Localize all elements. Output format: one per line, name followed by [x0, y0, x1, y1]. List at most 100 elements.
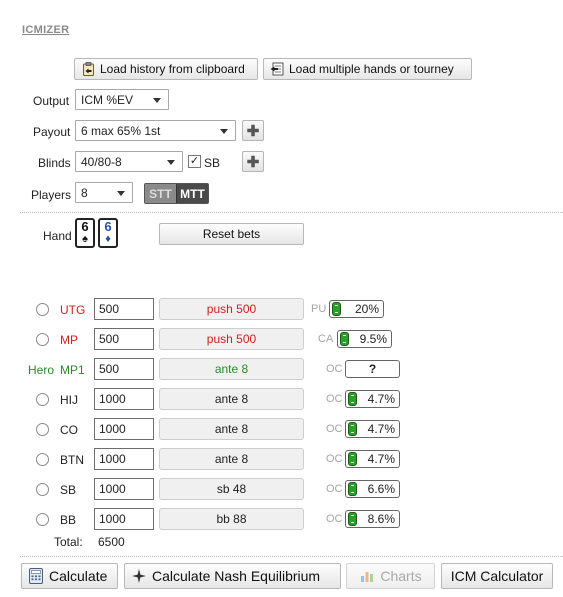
hero-radio[interactable]: [36, 423, 49, 436]
load-multiple-button[interactable]: Load multiple hands or tourney: [263, 58, 472, 80]
reset-bets-label: Reset bets: [202, 227, 261, 241]
charts-label: Charts: [380, 568, 422, 584]
icm-calculator-button[interactable]: ICM Calculator: [441, 563, 553, 589]
stack-input[interactable]: 500: [94, 328, 154, 350]
range-value: 9.5%: [359, 332, 387, 346]
stack-input[interactable]: 1000: [94, 418, 154, 440]
action-button[interactable]: ante 8: [159, 358, 304, 380]
plus-icon: ✚: [246, 153, 260, 171]
add-payout-button[interactable]: ✚: [242, 120, 264, 141]
hero-label: Hero: [28, 363, 55, 377]
app-logo[interactable]: ICMIZER: [22, 24, 69, 36]
position-label: BTN: [60, 453, 84, 467]
stack-input[interactable]: 1000: [94, 508, 154, 530]
hero-radio[interactable]: [36, 453, 49, 466]
calculate-nash-label: Calculate Nash Equilibrium: [152, 568, 321, 584]
stt-mtt-toggle[interactable]: STT MTT: [144, 183, 209, 204]
range-type-label: CA: [318, 333, 334, 345]
range-button[interactable]: 8.6%: [345, 510, 400, 528]
charts-button[interactable]: Charts: [346, 563, 435, 589]
action-button[interactable]: push 500: [159, 328, 304, 350]
range-value: ?: [368, 362, 377, 376]
calculate-button[interactable]: Calculate: [21, 563, 118, 589]
icm-calculator-label: ICM Calculator: [450, 568, 544, 584]
range-gauge-icon: [348, 452, 357, 466]
checkmark-icon: ✓: [189, 155, 200, 167]
stack-input[interactable]: 500: [94, 298, 154, 320]
players-select[interactable]: 8: [75, 182, 133, 203]
hand-label: Hand: [43, 229, 72, 243]
range-button[interactable]: 20%: [329, 300, 384, 318]
output-label: Output: [33, 94, 70, 108]
add-blinds-button[interactable]: ✚: [242, 151, 264, 172]
range-gauge-icon: [348, 512, 357, 526]
hero-radio[interactable]: [36, 333, 49, 346]
stack-input[interactable]: 1000: [94, 448, 154, 470]
range-type-label: OC: [326, 423, 343, 435]
reset-bets-button[interactable]: Reset bets: [159, 223, 304, 245]
stack-input[interactable]: 500: [94, 358, 154, 380]
range-button[interactable]: 4.7%: [345, 390, 400, 408]
hero-radio[interactable]: [36, 513, 49, 526]
range-type-label: PU: [311, 303, 327, 315]
position-label: MP: [60, 333, 78, 347]
bar-chart-icon: [359, 568, 375, 584]
action-button[interactable]: ante 8: [159, 448, 304, 470]
output-select[interactable]: ICM %EV: [75, 89, 169, 110]
divider: [20, 212, 563, 213]
players-label: Players: [31, 188, 72, 202]
stt-option[interactable]: STT: [145, 184, 177, 203]
payout-select[interactable]: 6 max 65% 1st: [75, 120, 236, 141]
position-label: CO: [60, 423, 78, 437]
range-button[interactable]: 9.5%: [337, 330, 392, 348]
blinds-label: Blinds: [38, 156, 71, 170]
range-button[interactable]: 4.7%: [345, 420, 400, 438]
calculate-nash-button[interactable]: Calculate Nash Equilibrium: [124, 563, 341, 589]
range-gauge-icon: [348, 392, 357, 406]
spade-icon: ♠: [82, 233, 88, 245]
hand-card-2[interactable]: 6 ♦: [98, 218, 118, 248]
range-value: 4.7%: [367, 422, 395, 436]
clipboard-icon: [81, 62, 95, 76]
chevron-down-icon: [220, 129, 228, 134]
nash-star-icon: [131, 568, 147, 584]
load-multiple-icon: [270, 62, 284, 76]
hero-radio[interactable]: [36, 393, 49, 406]
hand-card-1[interactable]: 6 ♠: [75, 218, 95, 248]
hero-radio[interactable]: [36, 303, 49, 316]
diamond-icon: ♦: [105, 233, 111, 245]
chevron-down-icon: [167, 160, 175, 165]
players-value: 8: [81, 185, 88, 200]
plus-icon: ✚: [246, 122, 260, 140]
range-type-label: OC: [326, 363, 343, 375]
position-label: BB: [60, 513, 77, 527]
blinds-value: 40/80-8: [81, 154, 122, 169]
load-history-button[interactable]: Load history from clipboard: [74, 58, 258, 80]
position-label: MP1: [60, 363, 85, 377]
action-button[interactable]: bb 88: [159, 508, 304, 530]
output-value: ICM %EV: [81, 92, 134, 107]
range-type-label: OC: [326, 513, 343, 525]
card-rank: 6: [81, 219, 89, 234]
range-type-label: OC: [326, 483, 343, 495]
sb-checkbox[interactable]: ✓: [188, 155, 201, 168]
range-gauge-icon: [340, 332, 349, 346]
action-button[interactable]: push 500: [159, 298, 304, 320]
range-type-label: OC: [326, 453, 343, 465]
action-button[interactable]: ante 8: [159, 418, 304, 440]
range-value: 4.7%: [367, 452, 395, 466]
blinds-select[interactable]: 40/80-8: [75, 151, 183, 172]
action-button[interactable]: sb 48: [159, 478, 304, 500]
mtt-option[interactable]: MTT: [177, 184, 208, 203]
position-label: HIJ: [60, 393, 78, 407]
divider: [20, 556, 563, 557]
action-button[interactable]: ante 8: [159, 388, 304, 410]
range-button[interactable]: 4.7%: [345, 450, 400, 468]
range-button[interactable]: 6.6%: [345, 480, 400, 498]
range-value: 8.6%: [367, 512, 395, 526]
hero-radio[interactable]: [36, 483, 49, 496]
stack-input[interactable]: 1000: [94, 388, 154, 410]
stack-input[interactable]: 1000: [94, 478, 154, 500]
chevron-down-icon: [117, 191, 125, 196]
range-button[interactable]: ?: [345, 360, 400, 378]
